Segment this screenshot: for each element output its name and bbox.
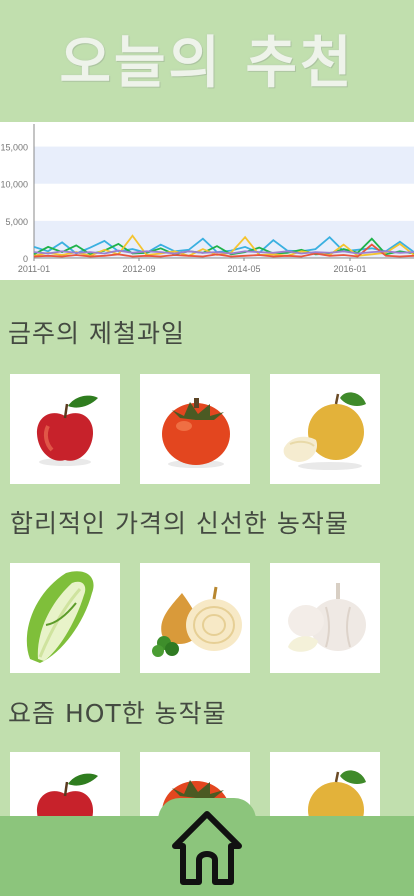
napa-cabbage-image: [26, 571, 94, 663]
apple-image: [36, 395, 98, 466]
home-icon: [172, 811, 242, 885]
y-tick-label: 15,000: [0, 143, 28, 153]
fresh-produce-row[interactable]: [10, 563, 414, 673]
y-tick-label: 10,000: [0, 180, 28, 190]
home-button[interactable]: [158, 798, 256, 896]
product-card[interactable]: [10, 563, 120, 673]
persimmon-image: [162, 398, 230, 468]
section-heading-fresh-produce: 합리적인 가격의 신선한 농작물: [10, 509, 349, 538]
seasonal-fruit-row[interactable]: [10, 374, 414, 484]
y-tick-label: 0: [23, 254, 28, 264]
pear-image: [283, 392, 366, 470]
product-card[interactable]: [140, 374, 250, 484]
grid-band: [34, 146, 414, 184]
page-title: 오늘의 추천: [59, 31, 355, 96]
garlic-image: [288, 583, 366, 652]
product-card[interactable]: [270, 374, 380, 484]
onion-image: [152, 586, 242, 657]
product-card[interactable]: [140, 563, 250, 673]
product-card[interactable]: [10, 374, 120, 484]
price-trend-chart: 0 5,000 10,000 15,000 2011-01 2012-09 2014-05 2…: [0, 122, 414, 280]
x-tick-label: 2011-01: [18, 264, 50, 274]
section-heading-hot-produce: 요즘 HOT한 농작물: [8, 699, 227, 728]
x-tick-label: 2016-01: [333, 264, 366, 274]
product-card[interactable]: [270, 563, 380, 673]
x-tick-label: 2014-05: [227, 264, 260, 274]
price-trend-chart-svg: 0 5,000 10,000 15,000 2011-01 2012-09 2014-05 2…: [0, 124, 414, 274]
x-tick-label: 2012-09: [122, 264, 155, 274]
section-heading-seasonal-fruit: 금주의 제철과일: [8, 319, 185, 348]
y-tick-label: 5,000: [5, 217, 28, 227]
